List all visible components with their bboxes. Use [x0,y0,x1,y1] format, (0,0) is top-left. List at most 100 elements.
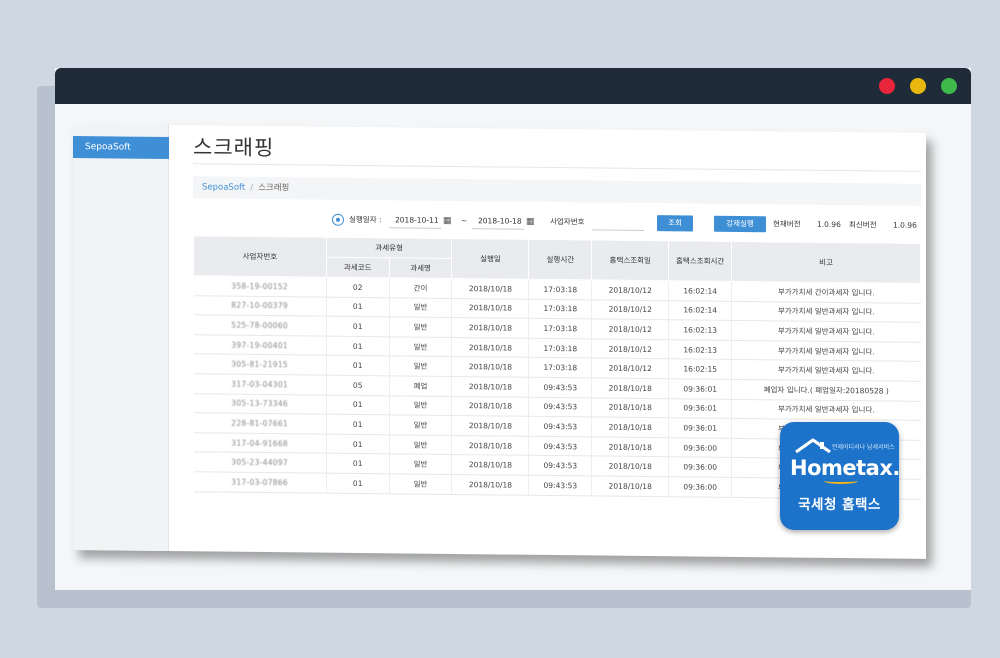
column-header-exec-time: 실행시간 [528,239,592,280]
cell-exec-date: 2018/10/18 [451,454,529,476]
column-header-biz-no: 사업자번호 [193,235,327,278]
cell-note: 부가가치세 일반과세자 입니다. [731,359,921,382]
cell-hometax-date: 2018/10/18 [591,397,669,418]
cell-hometax-date: 2018/10/12 [591,279,669,301]
cell-exec-time: 17:03:18 [528,279,592,300]
cell-exec-time: 09:43:53 [528,377,592,398]
cell-note: 부가가치세 일반과세자 입니다. [731,398,921,421]
cell-biz-no: 305-13-73346 [193,393,327,415]
cell-tax-name: 일반 [389,395,452,416]
cell-tax-code: 01 [326,394,390,415]
cell-note: 부가가치세 일반과세자 입니다. [731,300,921,323]
cell-exec-date: 2018/10/18 [451,474,529,495]
badge-tagline: 언제어디서나 납세서비스 [832,444,895,451]
badge-subtitle: 국세청 홈택스 [798,497,881,513]
column-header-tax-code: 과세코드 [326,257,390,278]
cell-exec-date: 2018/10/18 [451,298,529,319]
cell-biz-no: 397-19-00401 [193,334,327,356]
logo-swoosh [824,478,858,484]
cell-exec-date: 2018/10/18 [451,356,529,378]
date-from-field[interactable]: 2018-10-11 [389,212,441,229]
cell-hometax-date: 2018/10/12 [591,319,669,340]
breadcrumb-root-link[interactable]: SepoaSoft [202,182,245,192]
date-to-field[interactable]: 2018-10-18 [472,213,524,230]
cell-tax-code: 01 [326,316,390,337]
cell-exec-time: 17:03:18 [528,298,592,320]
cell-exec-date: 2018/10/18 [451,435,529,456]
biz-no-input[interactable] [592,214,644,231]
cell-exec-time: 17:03:18 [528,318,592,339]
cell-biz-no: 358-19-00152 [193,275,327,297]
filter-bar: 실행일자 : 2018-10-11 ▦ ~ 2018-10-18 ▦ 사업자번호… [193,210,926,236]
cell-exec-time: 09:43:53 [528,455,592,476]
cell-hometax-date: 2018/10/18 [591,377,669,399]
cell-exec-date: 2018/10/18 [451,396,529,417]
cell-hometax-time: 09:36:00 [668,476,732,497]
cell-note: 부가가치세 일반과세자 입니다. [731,340,921,362]
cell-hometax-time: 09:36:00 [668,437,732,458]
cell-hometax-date: 2018/10/12 [591,299,669,320]
cell-exec-date: 2018/10/18 [451,317,529,339]
cell-tax-name: 간이 [389,277,452,299]
cell-hometax-date: 2018/10/12 [591,358,669,379]
exec-date-label: 실행일자 : [349,214,382,225]
cell-tax-code: 01 [326,453,390,474]
divider [193,163,921,172]
column-header-exec-date: 실행일 [451,238,529,280]
cell-tax-code: 01 [326,296,390,317]
close-window-button[interactable] [879,78,895,94]
cell-tax-code: 01 [326,433,390,455]
breadcrumb: SepoaSoft / 스크래핑 [193,176,921,206]
cell-exec-time: 09:43:53 [528,475,592,496]
cell-hometax-date: 2018/10/18 [591,456,669,477]
cell-tax-code: 01 [326,335,390,357]
minimize-window-button[interactable] [910,78,926,94]
current-version-label: 현재버전 [773,219,801,229]
cell-exec-time: 17:03:18 [528,357,592,378]
cell-hometax-date: 2018/10/18 [591,475,669,497]
cell-biz-no: 305-81-21915 [193,354,327,376]
cell-biz-no: 317-04-91668 [193,432,327,454]
cell-exec-date: 2018/10/18 [451,376,529,397]
cell-hometax-date: 2018/10/18 [591,436,669,458]
cell-hometax-time: 16:02:13 [668,339,732,360]
biz-no-label: 사업자번호 [550,216,585,227]
hometax-logo-text: Hometax. [790,456,899,480]
cell-note: 부가가치세 간이과세자 입니다. [731,281,921,303]
calendar-icon[interactable]: ▦ [443,213,452,229]
cell-exec-date: 2018/10/18 [451,415,529,437]
sidebar-item-sepoasoft[interactable]: SepoaSoft [73,136,169,160]
cell-tax-code: 02 [326,277,390,298]
cell-hometax-time: 16:02:14 [668,300,732,321]
force-run-button[interactable]: 강제실행 [714,215,766,233]
breadcrumb-separator: / [250,182,254,193]
cell-hometax-time: 09:36:01 [668,398,732,419]
cell-hometax-time: 16:02:14 [668,280,732,301]
cell-tax-name: 일반 [389,297,452,318]
cell-tax-name: 일반 [389,434,452,455]
cell-exec-date: 2018/10/18 [451,278,529,299]
page-title: 스크래핑 [193,135,275,161]
breadcrumb-current: 스크래핑 [258,182,290,194]
exec-date-radio[interactable] [332,213,344,226]
column-header-hometax-date: 홈택스조회일 [591,239,669,281]
cell-exec-time: 09:43:53 [528,396,592,418]
cell-hometax-time: 16:02:13 [668,319,732,341]
cell-hometax-time: 16:02:15 [668,359,732,380]
maximize-window-button[interactable] [941,78,957,94]
calendar-icon[interactable]: ▦ [526,214,535,230]
cell-exec-time: 09:43:53 [528,416,592,437]
cell-tax-code: 05 [326,375,390,396]
cell-exec-time: 17:03:18 [528,338,592,359]
cell-tax-code: 01 [326,414,390,435]
cell-tax-code: 01 [326,355,390,376]
cell-hometax-time: 09:36:01 [668,417,732,439]
cell-tax-name: 일반 [389,336,452,357]
column-header-tax-type: 과세유형 [326,237,452,259]
search-button[interactable]: 조회 [657,215,693,232]
latest-version-label: 최신버전 [849,220,877,230]
cell-biz-no: 827-10-00379 [193,295,327,317]
cell-biz-no: 305-23-44097 [193,452,327,474]
cell-tax-name: 일반 [389,414,452,436]
cell-note: 폐업자 입니다.( 폐업일자:20180528 ) [731,379,921,401]
